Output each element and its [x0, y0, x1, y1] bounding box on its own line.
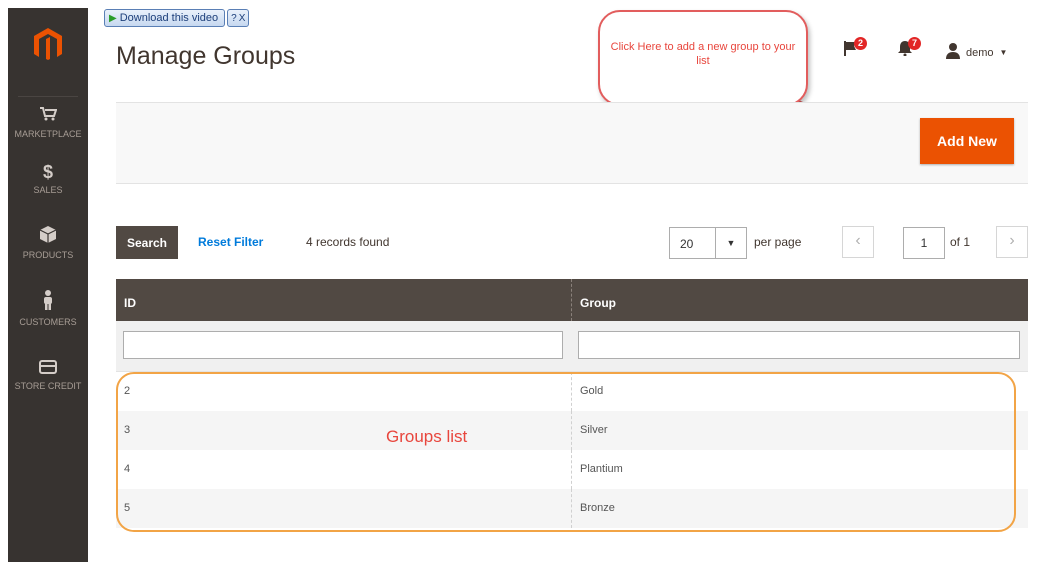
download-bar-controls: ? X	[227, 9, 250, 27]
chevron-down-icon: ▼	[999, 48, 1008, 57]
callout-bubble: Click Here to add a new group to your li…	[598, 10, 808, 106]
page-count-label: of 1	[950, 235, 971, 249]
per-page-value: 20	[680, 237, 694, 251]
page-number-input[interactable]: 1	[903, 227, 945, 259]
page-title: Manage Groups	[116, 42, 296, 70]
magento-logo[interactable]	[8, 26, 88, 64]
sidebar-item-label: SALES	[33, 185, 63, 195]
cell-group: Silver	[571, 411, 1028, 450]
sidebar-item-customers[interactable]: CUSTOMERS	[8, 290, 88, 327]
sidebar-item-label: PRODUCTS	[22, 250, 74, 260]
system-messages[interactable]: 2	[844, 37, 867, 61]
table-row[interactable]: 5 Bronze	[116, 489, 1028, 528]
next-page-button[interactable]: ›	[996, 226, 1028, 258]
dollar-icon: $	[42, 162, 53, 182]
cell-id: 3	[124, 424, 131, 436]
sidebar-item-label: STORE CREDIT	[14, 381, 82, 391]
cell-group: Bronze	[571, 489, 1028, 528]
id-filter-cell	[116, 321, 571, 371]
user-icon	[946, 43, 960, 62]
id-filter-input[interactable]	[123, 331, 563, 359]
sidebar-item-sales[interactable]: $ SALES	[8, 162, 88, 195]
reset-filter-link[interactable]: Reset Filter	[198, 235, 263, 249]
sidebar-item-label: CUSTOMERS	[19, 317, 77, 327]
column-header-group[interactable]: Group	[571, 279, 1028, 321]
flag-badge: 2	[854, 37, 867, 50]
sidebar-item-marketplace[interactable]: MARKETPLACE	[8, 106, 88, 139]
cell-group: Plantium	[571, 450, 1028, 489]
page-actions-bar	[116, 102, 1028, 184]
box-icon	[8, 226, 88, 247]
filter-row	[116, 321, 1028, 372]
download-video-label: Download this video	[119, 12, 219, 24]
download-video-bar: ▶ Download this video ? X	[104, 8, 250, 28]
group-filter-cell	[571, 321, 1028, 371]
callout-text: Click Here to add a new group to your li…	[610, 41, 796, 67]
person-icon	[8, 290, 88, 314]
close-icon[interactable]: X	[239, 13, 246, 24]
user-name: demo	[966, 46, 994, 59]
per-page-select[interactable]: 20 ▼	[669, 227, 747, 259]
sidebar-item-store-credit[interactable]: STORE CREDIT	[8, 358, 88, 391]
records-found: 4 records found	[306, 235, 390, 249]
admin-sidebar: MARKETPLACE $ SALES PRODUCTS CUSTOMERS S…	[8, 8, 88, 562]
download-video-button[interactable]: ▶ Download this video	[104, 9, 226, 27]
sidebar-divider	[18, 96, 78, 97]
column-header-id[interactable]: ID	[116, 279, 571, 321]
sidebar-item-label: MARKETPLACE	[14, 129, 82, 139]
per-page-label: per page	[754, 235, 802, 249]
cell-id: 2	[124, 385, 131, 397]
table-row[interactable]: 3 Silver	[116, 411, 1028, 450]
table-row[interactable]: 4 Plantium	[116, 450, 1028, 489]
user-menu[interactable]: demo ▼	[946, 43, 1007, 62]
prev-page-button[interactable]: ‹	[842, 226, 874, 258]
cart-icon	[8, 106, 88, 126]
cell-group: Gold	[571, 372, 1028, 411]
notifications[interactable]: 7	[898, 37, 921, 61]
groups-grid: ID Group 2 Gold 3 Silver 4 Plantium 5 Br…	[116, 279, 1028, 528]
grid-header: ID Group	[116, 279, 1028, 321]
search-button[interactable]: Search	[116, 226, 178, 259]
group-filter-input[interactable]	[578, 331, 1020, 359]
cell-id: 4	[124, 463, 131, 475]
play-icon: ▶	[109, 12, 117, 24]
card-icon	[8, 358, 88, 378]
help-icon[interactable]: ?	[231, 13, 237, 24]
table-row[interactable]: 2 Gold	[116, 372, 1028, 411]
sidebar-item-products[interactable]: PRODUCTS	[8, 226, 88, 260]
add-new-button[interactable]: Add New	[920, 118, 1014, 164]
cell-id: 5	[124, 502, 131, 514]
bell-badge: 7	[908, 37, 921, 50]
chevron-down-icon: ▼	[715, 228, 746, 258]
grid-body: 2 Gold 3 Silver 4 Plantium 5 Bronze	[116, 372, 1028, 528]
groups-list-annotation: Groups list	[386, 427, 468, 446]
